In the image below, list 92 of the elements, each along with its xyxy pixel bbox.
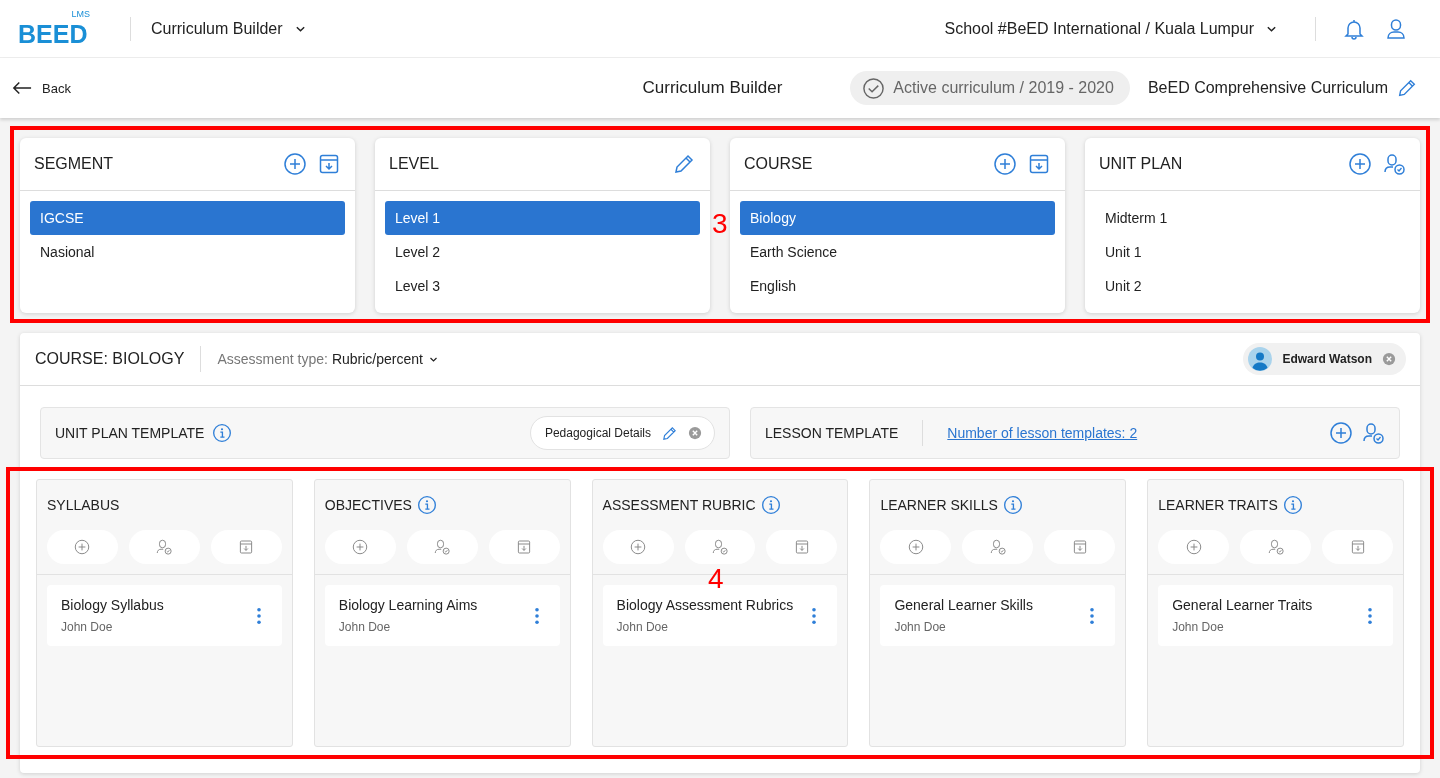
user-check-icon[interactable] (1382, 152, 1406, 176)
column-title: OBJECTIVES (324, 497, 412, 513)
logo-text: BEED (18, 20, 88, 47)
list-item[interactable]: Level 3 (385, 269, 700, 303)
item-card[interactable]: General Learner Traits John Doe (1158, 585, 1393, 646)
column-title: ASSESSMENT RUBRIC (602, 497, 756, 513)
item-title: General Learner Traits (1172, 597, 1314, 613)
item-title: Biology Learning Aims (338, 597, 479, 613)
card-title: SEGMENT (34, 155, 114, 173)
course-title: COURSE: BIOLOGY (35, 350, 185, 368)
info-icon[interactable] (1002, 495, 1023, 515)
archive-icon[interactable] (1027, 152, 1051, 176)
item-author: John Doe (1172, 620, 1225, 634)
chevron-down-icon (1266, 24, 1277, 33)
add-icon[interactable] (993, 152, 1017, 176)
remove-icon[interactable] (688, 426, 702, 440)
list-item[interactable]: IGCSE (30, 201, 345, 235)
info-icon[interactable] (416, 495, 437, 515)
logo-sub-text: LMS (71, 8, 90, 19)
user-check-icon (988, 538, 1007, 556)
status-text: Active curriculum / 2019 - 2020 (893, 79, 1114, 97)
list-item[interactable]: Midterm 1 (1095, 201, 1410, 235)
add-icon[interactable] (283, 152, 307, 176)
user-icon[interactable] (1384, 16, 1408, 41)
more-icon[interactable] (255, 606, 262, 625)
add-icon (73, 538, 92, 556)
user-check-icon[interactable] (1361, 421, 1385, 445)
assessment-label: Assessment type: (217, 351, 328, 367)
item-card[interactable]: General Learner Skills John Doe (880, 585, 1116, 646)
item-author: John Doe (894, 620, 947, 634)
template-title: LESSON TEMPLATE (765, 425, 899, 441)
curriculum-name: BeED Comprehensive Curriculum (1147, 79, 1388, 97)
info-icon[interactable] (760, 495, 781, 515)
template-title: UNIT PLAN TEMPLATE (55, 425, 205, 441)
column-title: LEARNER SKILLS (880, 497, 998, 513)
list-item[interactable]: Earth Science (740, 235, 1055, 269)
app-menu-dropdown[interactable]: Curriculum Builder (151, 19, 306, 38)
card-title: UNIT PLAN (1099, 155, 1183, 173)
card-title: COURSE (744, 155, 813, 173)
annotation-number: 3 (712, 210, 728, 238)
chevron-down-icon (428, 355, 438, 363)
user-check-icon (155, 538, 174, 556)
user-check-icon (711, 538, 729, 556)
add-icon (1184, 538, 1203, 556)
more-icon[interactable] (1367, 606, 1373, 625)
info-icon[interactable] (212, 423, 233, 443)
lesson-templates-link[interactable]: Number of lesson templates: 2 (947, 425, 1138, 441)
column-title: SYLLABUS (47, 497, 120, 513)
item-card[interactable]: Biology Learning Aims John Doe (324, 585, 560, 646)
info-icon[interactable] (1282, 495, 1303, 515)
item-title: Biology Assessment Rubrics (616, 597, 795, 613)
add-icon (906, 538, 925, 556)
user-check-icon (433, 538, 452, 556)
logo[interactable]: LMS BEED (18, 10, 92, 47)
add-icon (629, 538, 648, 556)
list-item[interactable]: English (740, 269, 1055, 303)
list-item[interactable]: Level 1 (385, 201, 700, 235)
more-icon[interactable] (811, 606, 818, 625)
check-circle-icon (862, 76, 886, 100)
assessment-dropdown[interactable]: Rubric/percent (331, 351, 438, 367)
list-item[interactable]: Level 2 (385, 235, 700, 269)
item-author: John Doe (61, 620, 114, 634)
user-check-icon (1266, 538, 1285, 556)
column-title: LEARNER TRAITS (1158, 497, 1278, 513)
back-button[interactable]: Back (12, 80, 71, 96)
item-title: Biology Syllabus (61, 597, 165, 613)
list-item[interactable]: Nasional (30, 235, 345, 269)
more-icon[interactable] (1089, 606, 1096, 625)
archive-icon[interactable] (317, 152, 341, 176)
back-arrow-icon (12, 81, 32, 95)
list-item[interactable]: Unit 1 (1095, 235, 1410, 269)
avatar-icon (1248, 347, 1273, 371)
add-icon[interactable] (1348, 152, 1372, 176)
add-icon[interactable] (1329, 421, 1353, 445)
user-name: Edward Watson (1282, 352, 1372, 366)
pencil-icon[interactable] (1396, 77, 1418, 99)
card-title: LEVEL (389, 155, 439, 173)
item-title: General Learner Skills (894, 597, 1034, 613)
pencil-icon[interactable] (672, 152, 696, 176)
pencil-icon[interactable] (661, 424, 678, 442)
list-item[interactable]: Unit 2 (1095, 269, 1410, 303)
item-card[interactable]: Biology Syllabus John Doe (47, 585, 282, 646)
add-icon (351, 538, 370, 556)
more-icon[interactable] (533, 606, 540, 625)
list-item[interactable]: Biology (740, 201, 1055, 235)
page-title: Curriculum Builder (642, 78, 783, 98)
item-author: John Doe (338, 620, 392, 634)
chip-label: Pedagogical Details (544, 426, 651, 440)
school-dropdown[interactable]: School #BeED International / Kuala Lumpur (944, 19, 1277, 38)
chevron-down-icon (294, 24, 306, 33)
item-author: John Doe (616, 620, 669, 634)
remove-icon[interactable] (1382, 352, 1396, 366)
